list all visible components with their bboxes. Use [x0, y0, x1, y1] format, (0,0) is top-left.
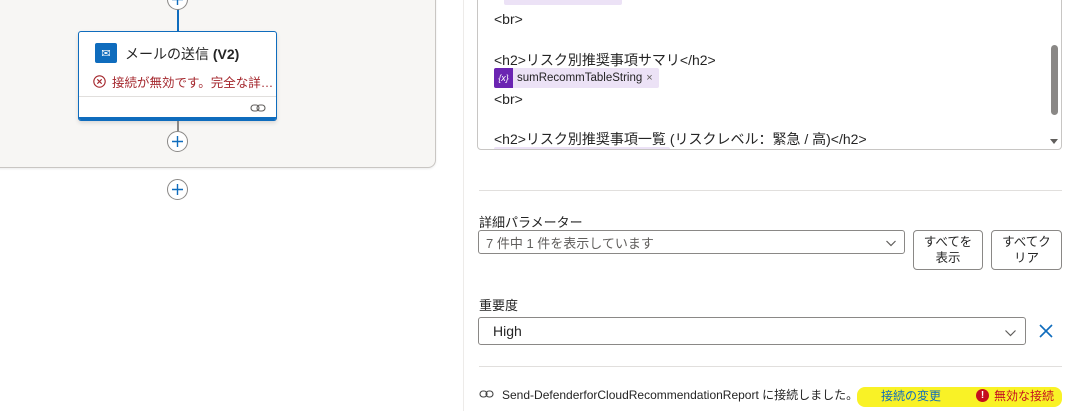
dynamic-content-token[interactable]: {x} sumRecommTableString ×	[494, 68, 659, 88]
button-label: リア	[1013, 251, 1039, 265]
variable-icon: {x}	[494, 68, 513, 88]
insert-step-button[interactable]	[167, 131, 188, 152]
dropdown-value: High	[493, 323, 522, 339]
scrollbar-thumb[interactable]	[1051, 45, 1058, 115]
button-label: 表示	[935, 251, 961, 265]
send-email-action-card[interactable]: ✉ メールの送信 (V2) 接続が無効です。完全な詳…	[78, 31, 277, 121]
flow-designer-canvas: ✉ メールの送信 (V2) 接続が無効です。完全な詳…	[0, 0, 463, 411]
editor-line: <h2>リスク別推奨事項一覧 (リスクレベル：緊急 / 高)</h2>	[494, 131, 867, 147]
link-icon	[250, 104, 266, 112]
dropdown-value: 7 件中 1 件を表示しています	[486, 235, 654, 251]
action-title: メールの送信 (V2)	[125, 46, 240, 62]
button-label: すべてク	[1002, 235, 1051, 249]
chevron-down-icon	[1005, 330, 1016, 337]
section-divider	[479, 190, 1062, 191]
error-circle-icon	[93, 75, 106, 88]
advanced-parameters-dropdown[interactable]: 7 件中 1 件を表示しています	[478, 230, 905, 254]
advanced-parameters-label: 詳細パラメーター	[479, 215, 583, 230]
importance-dropdown[interactable]: High	[478, 317, 1026, 345]
editor-scrollbar[interactable]	[1050, 5, 1059, 145]
editor-line: <br>	[494, 11, 523, 27]
connection-error-message: 接続が無効です。完全な詳…	[93, 72, 273, 91]
email-body-editor[interactable]: <br> <h2>リスク別推奨事項サマリ</h2> {x} sumRecommT…	[477, 0, 1062, 150]
plus-icon	[172, 136, 183, 147]
connector-line	[177, 121, 179, 131]
importance-label: 重要度	[479, 298, 519, 313]
invalid-connection-label: 無効な接続	[994, 389, 1055, 403]
remove-token-icon[interactable]: ×	[646, 72, 652, 84]
action-parameters-panel: <br> <h2>リスク別推奨事項サマリ</h2> {x} sumRecommT…	[463, 0, 1066, 411]
close-icon[interactable]	[1037, 322, 1055, 340]
connection-status-text: Send-DefenderforCloudRecommendationRepor…	[502, 387, 859, 402]
outlook-icon: ✉	[95, 43, 117, 63]
token-partial	[504, 0, 622, 5]
button-label: すべてを	[923, 235, 973, 249]
invalid-connection-link[interactable]: ! 無効な接続	[976, 387, 1054, 404]
editor-line: <h2>リスク別推奨事項サマリ</h2>	[494, 52, 716, 68]
link-icon	[479, 390, 494, 398]
editor-line: <br>	[494, 91, 523, 107]
token-label: sumRecommTableString	[517, 72, 643, 84]
scroll-down-icon[interactable]	[1050, 139, 1058, 144]
connection-status-row: Send-DefenderforCloudRecommendationRepor…	[479, 384, 1064, 404]
card-divider	[79, 96, 276, 97]
error-icon: !	[976, 389, 989, 402]
token-partial	[494, 147, 670, 149]
chevron-down-icon	[886, 240, 896, 247]
section-divider	[479, 366, 1062, 367]
card-selected-bar	[79, 117, 276, 120]
insert-step-button[interactable]	[167, 179, 188, 200]
change-connection-link[interactable]: 接続の変更	[881, 387, 941, 404]
clear-all-button[interactable]: すべてク リア	[991, 230, 1062, 270]
plus-icon	[172, 0, 183, 5]
plus-icon	[172, 184, 183, 195]
show-all-button[interactable]: すべてを 表示	[913, 230, 983, 270]
